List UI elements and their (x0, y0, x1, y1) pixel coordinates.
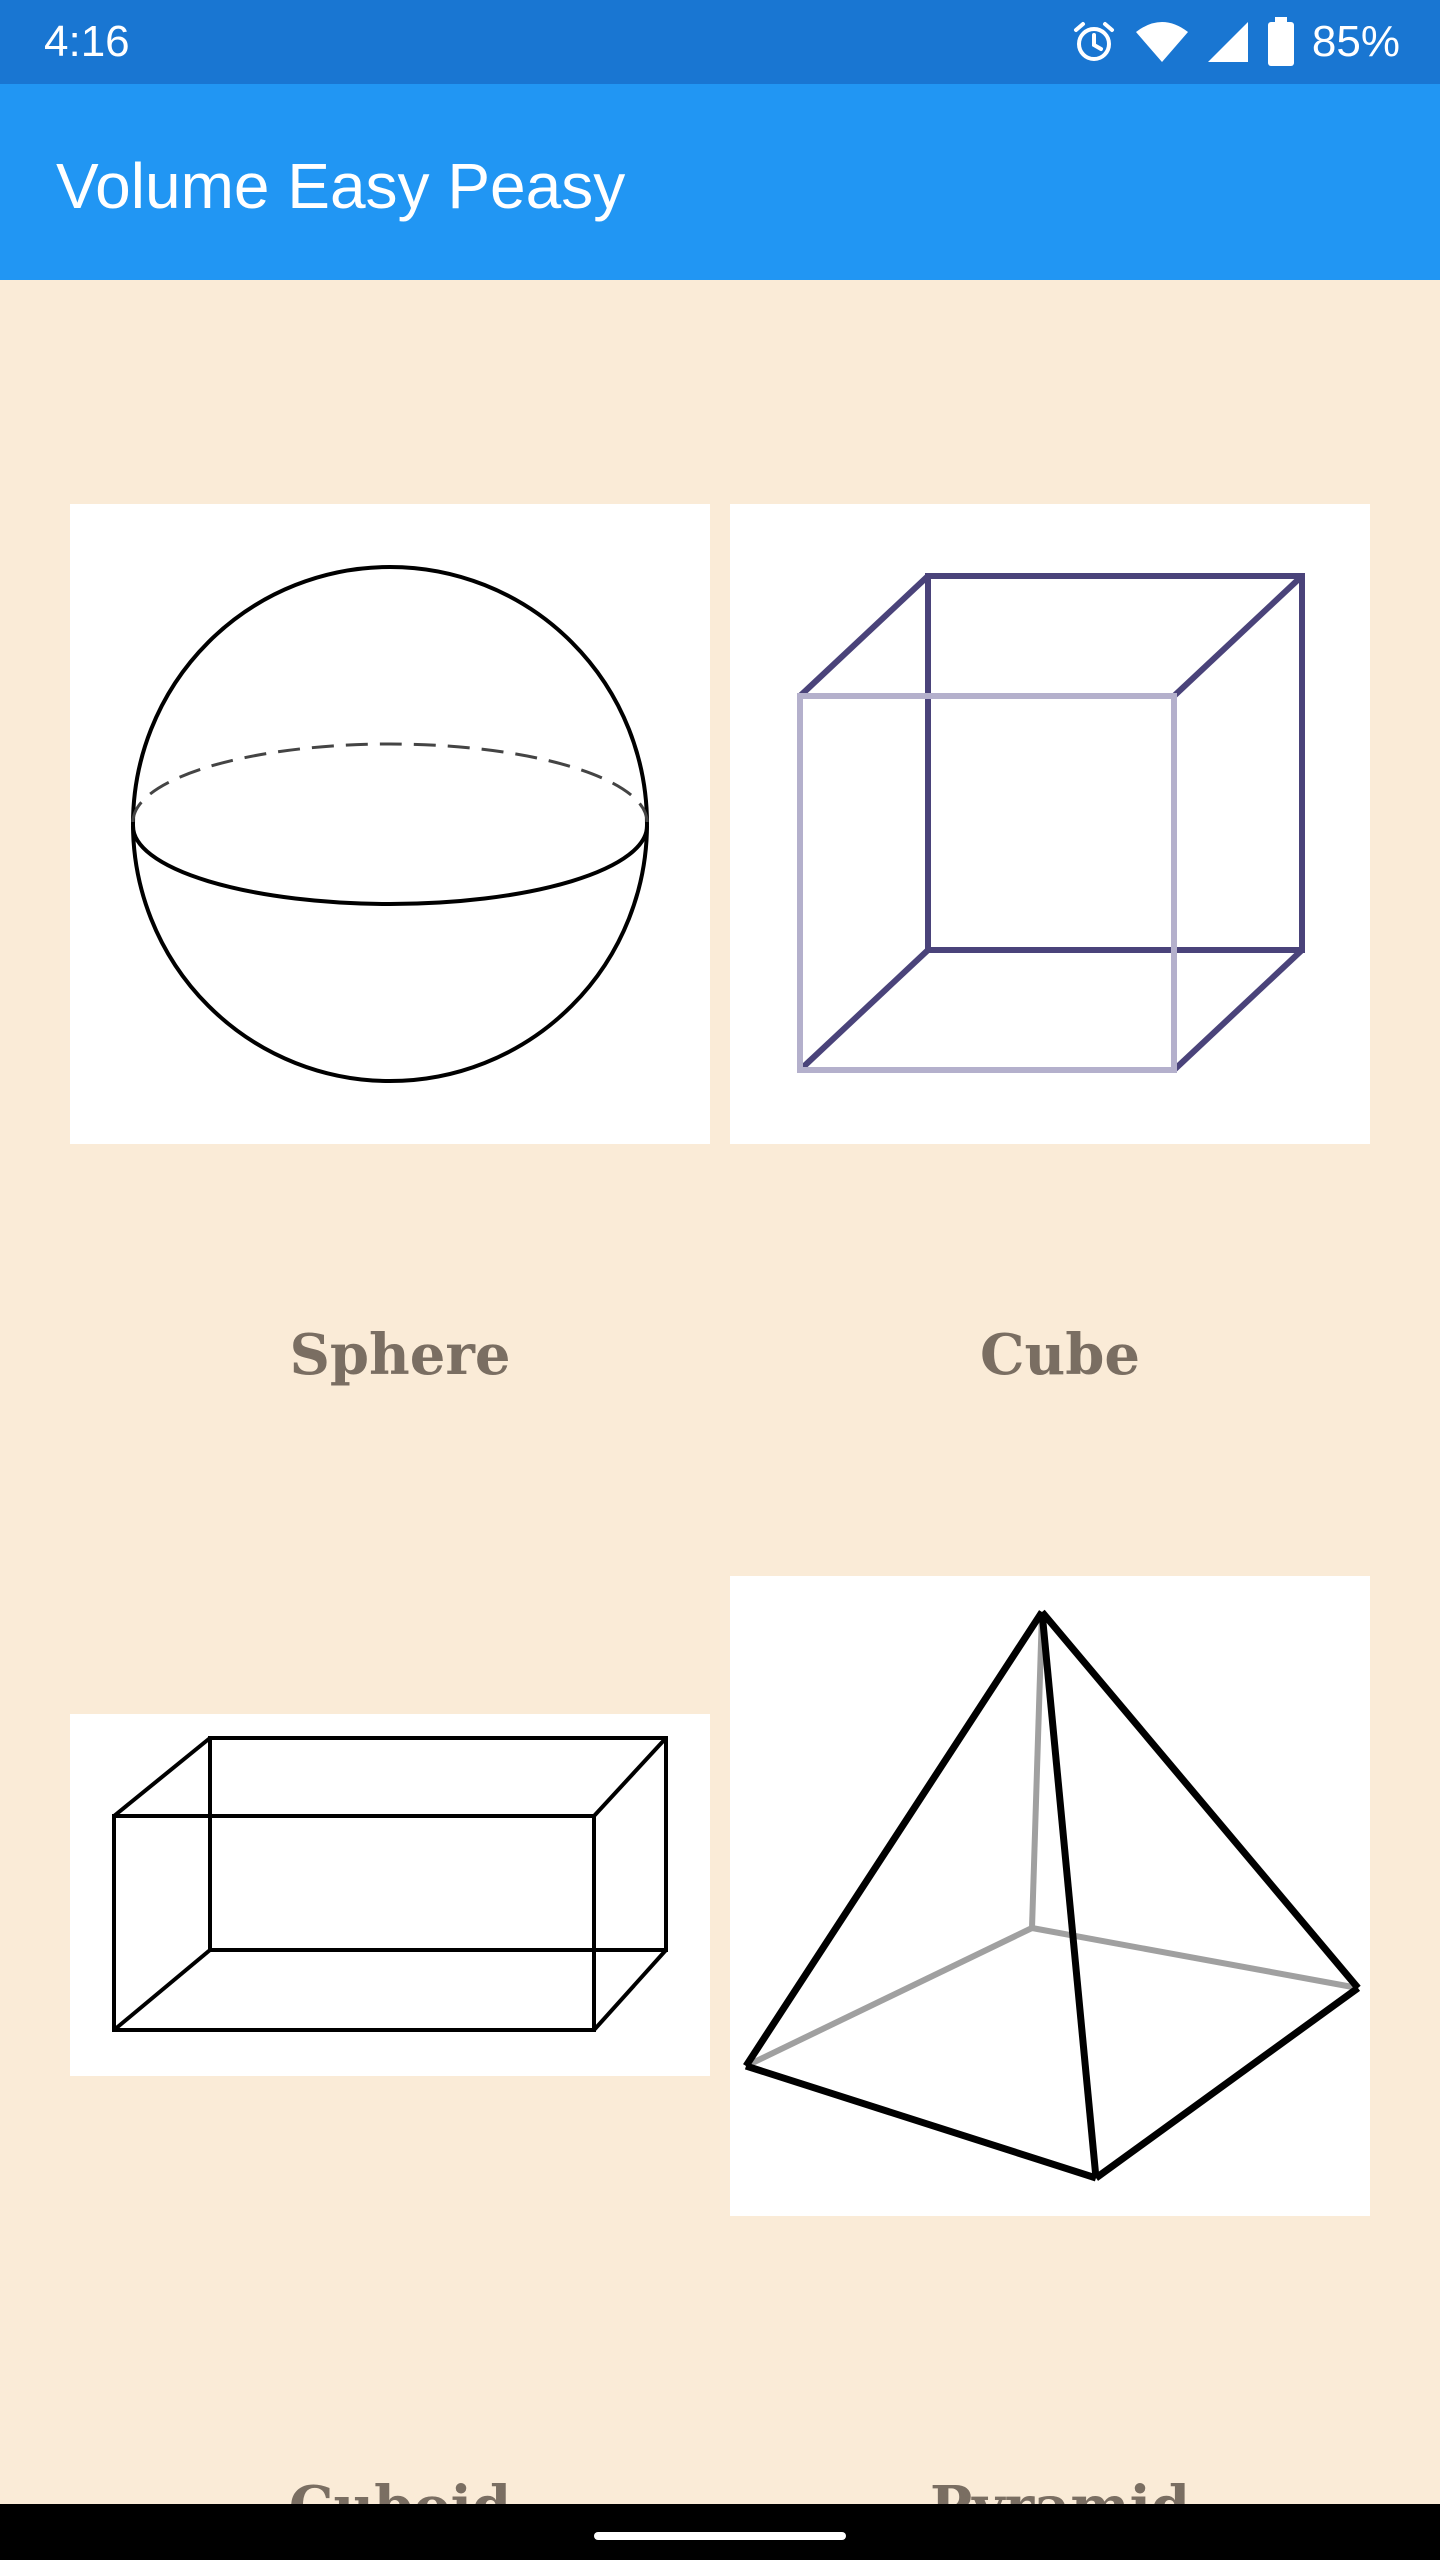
pyramid-image (730, 1576, 1370, 2216)
cube-image (730, 504, 1370, 1144)
home-handle[interactable] (594, 2532, 846, 2540)
battery-percent: 85% (1311, 17, 1400, 66)
battery-icon (1266, 17, 1296, 67)
status-bar: 4:16 85% (0, 0, 1440, 84)
status-time: 4:16 (44, 17, 130, 66)
app-title: Volume Easy Peasy (56, 150, 626, 222)
status-icons: 85% (1070, 10, 1400, 74)
wifi-icon (1134, 18, 1190, 66)
shape-tile-pyramid[interactable]: Pyramid (730, 1576, 1390, 2504)
shape-label: Pyramid (730, 2472, 1390, 2504)
shape-tile-cuboid[interactable]: Cuboid (70, 1576, 730, 2504)
sphere-icon (131, 565, 649, 1083)
pyramid-icon (743, 1609, 1361, 2182)
cube-icon (797, 573, 1305, 1073)
cuboid-image (70, 1714, 710, 2076)
shape-label: Cuboid (70, 2472, 730, 2504)
navigation-bar (0, 2504, 1440, 2560)
alarm-icon (1070, 18, 1118, 66)
shape-label: Sphere (289, 1322, 511, 1388)
shape-grid: Sphere Cube (0, 280, 1440, 2504)
app-bar: Volume Easy Peasy (0, 84, 1440, 280)
cuboid-icon (112, 1736, 668, 2032)
signal-icon (1206, 18, 1250, 66)
shape-tile-sphere[interactable]: Sphere (70, 504, 730, 1504)
shape-label: Cube (979, 1322, 1141, 1388)
sphere-image (70, 504, 710, 1144)
shape-tile-cube[interactable]: Cube (730, 504, 1390, 1504)
